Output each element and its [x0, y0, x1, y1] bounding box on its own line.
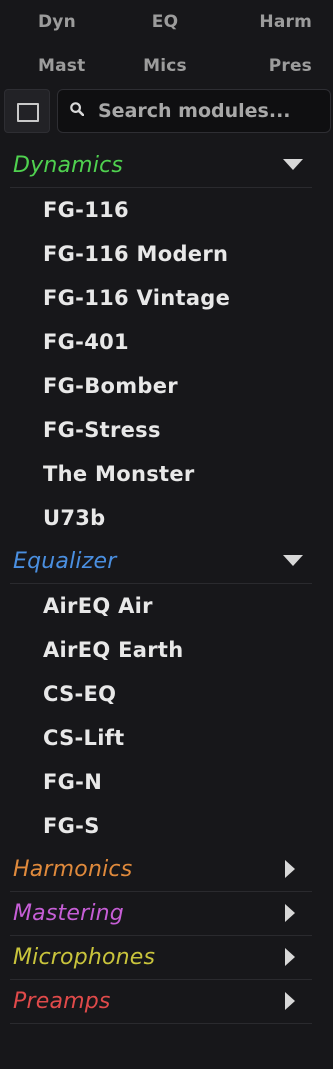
module-list-item[interactable]: FG-Bomber [0, 364, 333, 408]
module-list-item[interactable]: U73b [0, 496, 333, 540]
filter-mastering-button[interactable]: Mast [20, 56, 98, 76]
category-header-harmonics[interactable]: Harmonics [0, 848, 333, 892]
search-input[interactable] [98, 90, 323, 132]
category-label: Dynamics [13, 153, 124, 178]
category-divider [10, 583, 312, 584]
module-list-item[interactable]: FG-S [0, 804, 333, 848]
filter-mics-button[interactable]: Mics [127, 56, 203, 76]
category-header-preamps[interactable]: Preamps [0, 980, 333, 1024]
category-divider [10, 187, 312, 188]
caret-right-icon [285, 904, 295, 922]
category-header-equalizer[interactable]: Equalizer [0, 540, 333, 584]
module-list-item[interactable]: FG-116 Vintage [0, 276, 333, 320]
module-list-item[interactable]: FG-116 Modern [0, 232, 333, 276]
caret-right-icon [285, 992, 295, 1010]
module-browser-panel: Dyn EQ Harm Mast Mics Pres Dynamics FG-11… [0, 0, 333, 1069]
search-toolbar [4, 89, 333, 133]
search-box[interactable] [57, 89, 331, 133]
filter-harmonics-button[interactable]: Harm [232, 12, 316, 32]
category-label: Preamps [13, 989, 111, 1014]
module-list-item[interactable]: FG-N [0, 760, 333, 804]
category-header-dynamics[interactable]: Dynamics [0, 144, 333, 188]
category-header-microphones[interactable]: Microphones [0, 936, 333, 980]
filter-row-1: Dyn EQ Harm [0, 0, 333, 44]
category-label: Equalizer [13, 549, 117, 574]
module-list-item[interactable]: FG-401 [0, 320, 333, 364]
module-list-item[interactable]: FG-Stress [0, 408, 333, 452]
filter-eq-button[interactable]: EQ [127, 12, 203, 32]
caret-right-icon [285, 860, 295, 878]
caret-down-icon [283, 555, 303, 566]
filter-dynamics-button[interactable]: Dyn [20, 12, 98, 32]
module-list-item[interactable]: AirEQ Air [0, 584, 333, 628]
category-label: Mastering [13, 901, 124, 926]
view-toggle-button[interactable] [4, 89, 50, 133]
category-label: Harmonics [13, 857, 133, 882]
module-list-item[interactable]: CS-EQ [0, 672, 333, 716]
caret-right-icon [285, 948, 295, 966]
filter-preamps-button[interactable]: Pres [232, 56, 316, 76]
module-list: Dynamics FG-116 FG-116 Modern FG-116 Vintag… [0, 144, 333, 1024]
module-list-item[interactable]: CS-Lift [0, 716, 333, 760]
caret-down-icon [283, 159, 303, 170]
filter-row-2: Mast Mics Pres [0, 44, 333, 88]
module-list-item[interactable]: The Monster [0, 452, 333, 496]
square-icon [17, 103, 39, 122]
category-label: Microphones [13, 945, 156, 970]
module-list-item[interactable]: FG-116 [0, 188, 333, 232]
category-header-mastering[interactable]: Mastering [0, 892, 333, 936]
module-list-item[interactable]: AirEQ Earth [0, 628, 333, 672]
category-divider [10, 1023, 312, 1024]
category-filter-bar: Dyn EQ Harm Mast Mics Pres [0, 0, 333, 88]
search-icon [70, 102, 84, 116]
